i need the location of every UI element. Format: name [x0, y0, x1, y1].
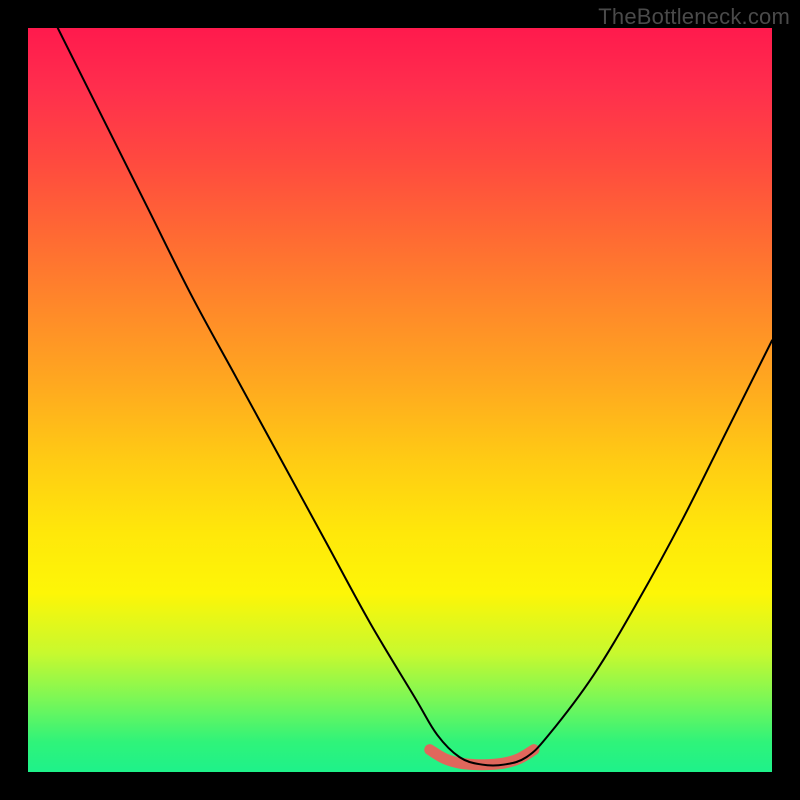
- watermark-text: TheBottleneck.com: [598, 4, 790, 30]
- chart-svg: [28, 28, 772, 772]
- plot-area: [28, 28, 772, 772]
- bottleneck-curve-line: [58, 28, 772, 766]
- chart-frame: TheBottleneck.com: [0, 0, 800, 800]
- optimal-band-line: [430, 750, 534, 765]
